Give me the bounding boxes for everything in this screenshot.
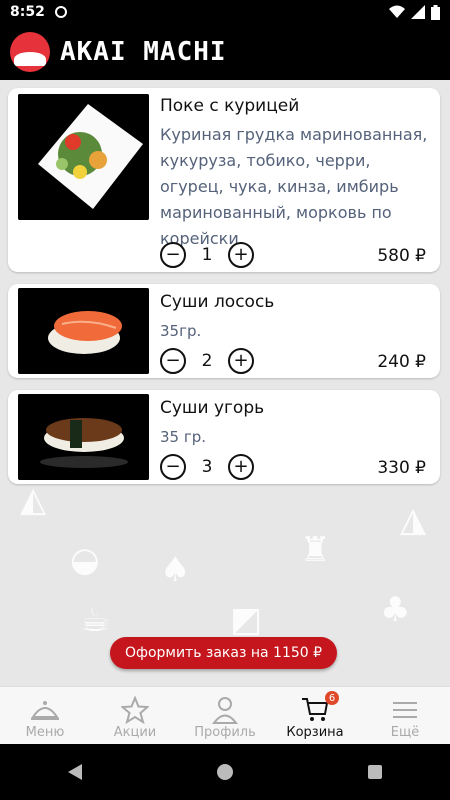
item-price: 580 ₽ (377, 246, 426, 266)
item-title: Суши лосось (160, 292, 275, 312)
cart-badge: 6 (325, 691, 339, 705)
status-bar: 8:52 (0, 0, 450, 24)
logo-icon (10, 32, 50, 72)
plus-button[interactable]: + (228, 242, 254, 268)
quantity-stepper: − 1 + (160, 242, 254, 268)
item-price: 240 ₽ (377, 352, 426, 372)
system-nav-bar (0, 744, 450, 800)
cup-icon: ☕ (80, 600, 111, 640)
plus-button[interactable]: + (228, 348, 254, 374)
item-description: Куриная грудка маринованная, кукуруза, т… (160, 125, 428, 248)
quantity-value: 3 (201, 457, 213, 477)
cake-icon: ♜ (300, 530, 331, 570)
notification-icon (54, 6, 67, 18)
home-icon[interactable] (216, 763, 234, 781)
bottom-tab-bar: Меню Акции Профиль 6 Корзина Ещё (0, 686, 450, 745)
hotdog-icon: ◮ (400, 500, 427, 540)
wifi-icon (389, 5, 405, 18)
app-bar: AKAI MACHI (0, 24, 450, 80)
cart-icon: 6 (301, 691, 339, 725)
product-image (18, 394, 149, 480)
pizza-slice-icon: ◭ (20, 480, 47, 520)
quantity-value: 2 (201, 351, 213, 371)
minus-button[interactable]: − (160, 242, 186, 268)
item-title: Суши угорь (160, 398, 265, 418)
item-description: 35 гр. (160, 428, 207, 446)
checkout-button[interactable]: Оформить заказ на 1150 ₽ (110, 637, 337, 669)
tab-cart[interactable]: 6 Корзина (270, 687, 360, 745)
cart-item-card: Суши лосось 35гр. − 2 + 240 ₽ (8, 284, 440, 378)
product-image (18, 94, 149, 220)
tab-profile[interactable]: Профиль (180, 687, 270, 745)
cheese-icon: ◩ (230, 600, 263, 640)
menu-icon (392, 695, 418, 725)
quantity-stepper: − 2 + (160, 348, 254, 374)
tab-more[interactable]: Ещё (360, 687, 450, 745)
profile-icon (212, 695, 238, 725)
back-icon[interactable] (67, 763, 83, 781)
quantity-stepper: − 3 + (160, 454, 254, 480)
recents-icon[interactable] (367, 764, 383, 780)
minus-button[interactable]: − (160, 454, 186, 480)
item-price: 330 ₽ (377, 458, 426, 478)
product-image (18, 288, 149, 374)
tab-label: Меню (25, 725, 65, 740)
tab-label: Профиль (194, 725, 256, 740)
tab-label: Корзина (286, 725, 344, 740)
star-icon (121, 695, 149, 725)
cart-item-card: Поке с курицей Куриная грудка маринованн… (8, 88, 440, 272)
logo-text: AKAI MACHI (60, 37, 227, 67)
signal-icon (411, 5, 425, 19)
plus-button[interactable]: + (228, 454, 254, 480)
tab-menu[interactable]: Меню (0, 687, 90, 745)
quantity-value: 1 (201, 245, 213, 265)
cart-item-card: Суши угорь 35 гр. − 3 + 330 ₽ (8, 390, 440, 484)
muffin-icon: ♣ (380, 590, 411, 630)
status-time: 8:52 (10, 4, 45, 20)
item-title: Поке с курицей (160, 96, 300, 116)
tab-label: Ещё (390, 725, 420, 740)
item-description: 35гр. (160, 322, 202, 340)
battery-icon (431, 4, 440, 20)
burger-icon: ◒ (70, 540, 100, 580)
tab-label: Акции (113, 725, 157, 740)
minus-button[interactable]: − (160, 348, 186, 374)
fries-icon: ♠ (160, 550, 191, 590)
cloche-icon (30, 695, 60, 725)
tab-promotions[interactable]: Акции (90, 687, 180, 745)
